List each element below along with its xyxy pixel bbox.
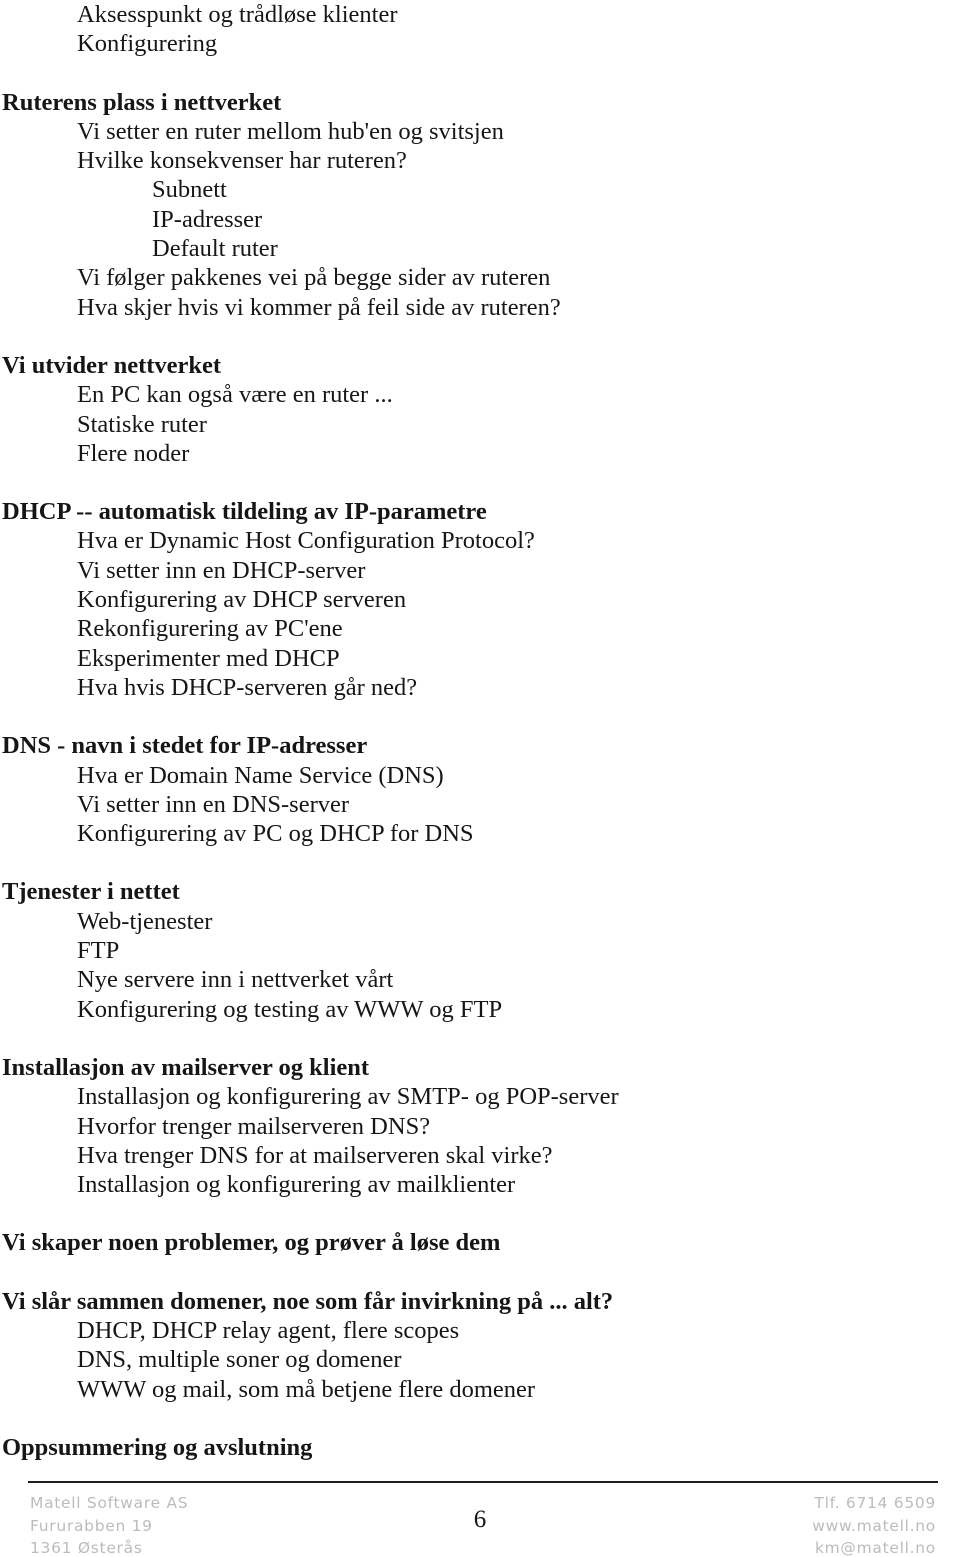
outline-item: IP-adresser	[152, 205, 263, 233]
outline-item: Vi følger pakkenes vei på begge sider av…	[77, 264, 551, 292]
outline-item: Nye servere inn i nettverket vårt	[77, 966, 394, 994]
section-heading: DNS - navn i stedet for IP-adresser	[2, 732, 368, 760]
outline-item: Subnett	[152, 176, 227, 204]
outline-item: Hva er Dynamic Host Configuration Protoc…	[77, 527, 535, 555]
section-heading: Ruterens plass i nettverket	[2, 88, 282, 116]
section-heading: DHCP -- automatisk tildeling av IP-param…	[2, 498, 487, 526]
outline-item: Vi setter inn en DNS-server	[77, 790, 350, 818]
section-heading: Tjenester i nettet	[2, 878, 180, 906]
outline-item: Web-tjenester	[77, 907, 213, 935]
outline-item: Konfigurering og testing av WWW og FTP	[77, 995, 503, 1023]
outline-item: DNS, multiple soner og domener	[77, 1346, 402, 1374]
outline-item: Hva skjer hvis vi kommer på feil side av…	[77, 293, 561, 321]
outline-item: Hvilke konsekvenser har ruteren?	[77, 147, 407, 175]
outline-item: Default ruter	[152, 235, 278, 263]
outline-item: WWW og mail, som må betjene flere domene…	[77, 1375, 536, 1403]
outline-item: Konfigurering	[77, 30, 218, 58]
outline-item: Flere noder	[77, 439, 190, 467]
outline-item: Hva hvis DHCP-serveren går ned?	[77, 673, 418, 701]
section-heading: Oppsummering og avslutning	[2, 1433, 313, 1461]
outline-item: Hvorfor trenger mailserveren DNS?	[77, 1112, 431, 1140]
outline-item: DHCP, DHCP relay agent, flere scopes	[77, 1316, 460, 1344]
section-heading: Installasjon av mailserver og klient	[2, 1053, 370, 1081]
outline-item: Aksesspunkt og trådløse klienter	[77, 1, 398, 28]
footer-line: 1361 Østerås	[30, 1539, 143, 1557]
outline-item: Vi setter en ruter mellom hub'en og svit…	[77, 117, 504, 145]
section-heading: Vi skaper noen problemer, og prøver å lø…	[2, 1229, 501, 1257]
section-heading: Vi slår sammen domener, noe som får invi…	[2, 1287, 614, 1315]
outline-item: Installasjon og konfigurering av mailkli…	[77, 1171, 516, 1199]
outline-item: En PC kan også være en ruter ...	[77, 381, 393, 409]
document-page: Aksesspunkt og trådløse klienter Konfigur…	[0, 0, 960, 1557]
outline-item: Vi setter inn en DHCP-server	[77, 556, 366, 584]
outline-item: Statiske ruter	[77, 410, 207, 438]
section-heading: Vi utvider nettverket	[2, 351, 222, 379]
outline-item: Hva trenger DNS for at mailserveren skal…	[77, 1141, 553, 1169]
footer-line: km@matell.no	[814, 1539, 936, 1557]
outline-item: Installasjon og konfigurering av SMTP- o…	[77, 1083, 619, 1111]
page-number: 6	[473, 1506, 487, 1533]
outline-item: FTP	[77, 937, 120, 965]
outline-item: Eksperimenter med DHCP	[77, 644, 340, 672]
outline-item: Hva er Domain Name Service (DNS)	[77, 761, 444, 789]
document-body: Aksesspunkt og trådløse klienter Konfigur…	[0, 0, 960, 1462]
outline-item: Rekonfigurering av PC'ene	[77, 615, 343, 643]
outline-item: Konfigurering av PC og DHCP for DNS	[77, 820, 474, 848]
footer-divider	[28, 1481, 938, 1483]
outline-item: Konfigurering av DHCP serveren	[77, 586, 407, 614]
